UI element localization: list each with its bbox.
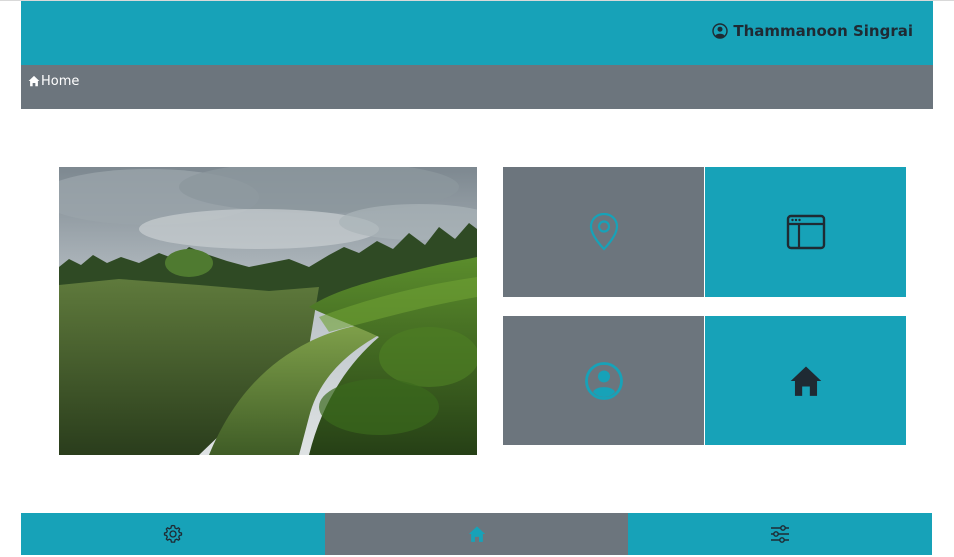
top-navbar: Thammanoon Singrai — [21, 1, 933, 65]
sliders-icon — [769, 524, 791, 544]
home-icon — [468, 525, 486, 543]
breadcrumb-home-label: Home — [41, 73, 80, 89]
tile-home[interactable] — [705, 316, 906, 445]
user-name: Thammanoon Singrai — [733, 22, 913, 40]
home-icon — [789, 364, 823, 398]
footer-home-button[interactable] — [324, 513, 629, 555]
browser-window-icon — [786, 214, 826, 250]
home-icon — [28, 75, 40, 87]
gear-icon — [163, 524, 183, 544]
breadcrumb: Home — [21, 65, 933, 109]
user-menu[interactable]: Thammanoon Singrai — [712, 21, 913, 41]
tile-location[interactable] — [503, 167, 704, 297]
footer-settings-button[interactable] — [21, 513, 325, 555]
landscape-photo — [59, 167, 477, 455]
map-pin-icon — [588, 212, 620, 252]
breadcrumb-home-link[interactable]: Home — [28, 73, 79, 89]
footer-filters-button[interactable] — [628, 513, 933, 555]
user-circle-icon — [712, 23, 729, 39]
tile-profile[interactable] — [503, 316, 704, 445]
tile-window[interactable] — [705, 167, 906, 297]
user-circle-icon — [584, 361, 624, 401]
bottom-navbar — [21, 513, 933, 555]
